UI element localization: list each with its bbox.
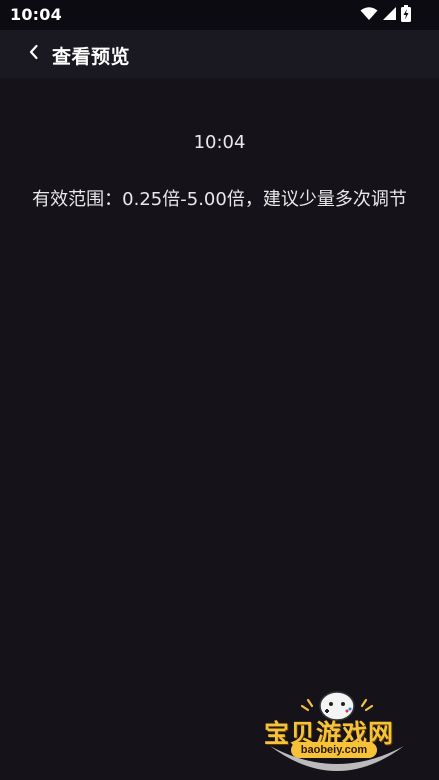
watermark: 宝贝游戏网 baobeiy.com [258,686,416,776]
chevron-left-icon [28,44,40,64]
signal-icon [382,6,397,25]
preview-time: 10:04 [193,132,246,153]
status-time: 10:04 [10,5,62,24]
watermark-url: baobeiy.com [291,742,377,758]
status-bar: 10:04 [0,0,439,30]
back-button[interactable] [20,40,48,68]
app-bar: 查看预览 [0,30,439,78]
page-title: 查看预览 [52,46,131,68]
range-hint-text: 有效范围：0.25倍-5.00倍，建议少量多次调节 [32,189,407,210]
battery-charging-icon [401,4,411,26]
status-icons [360,4,411,26]
wifi-icon [360,6,378,25]
